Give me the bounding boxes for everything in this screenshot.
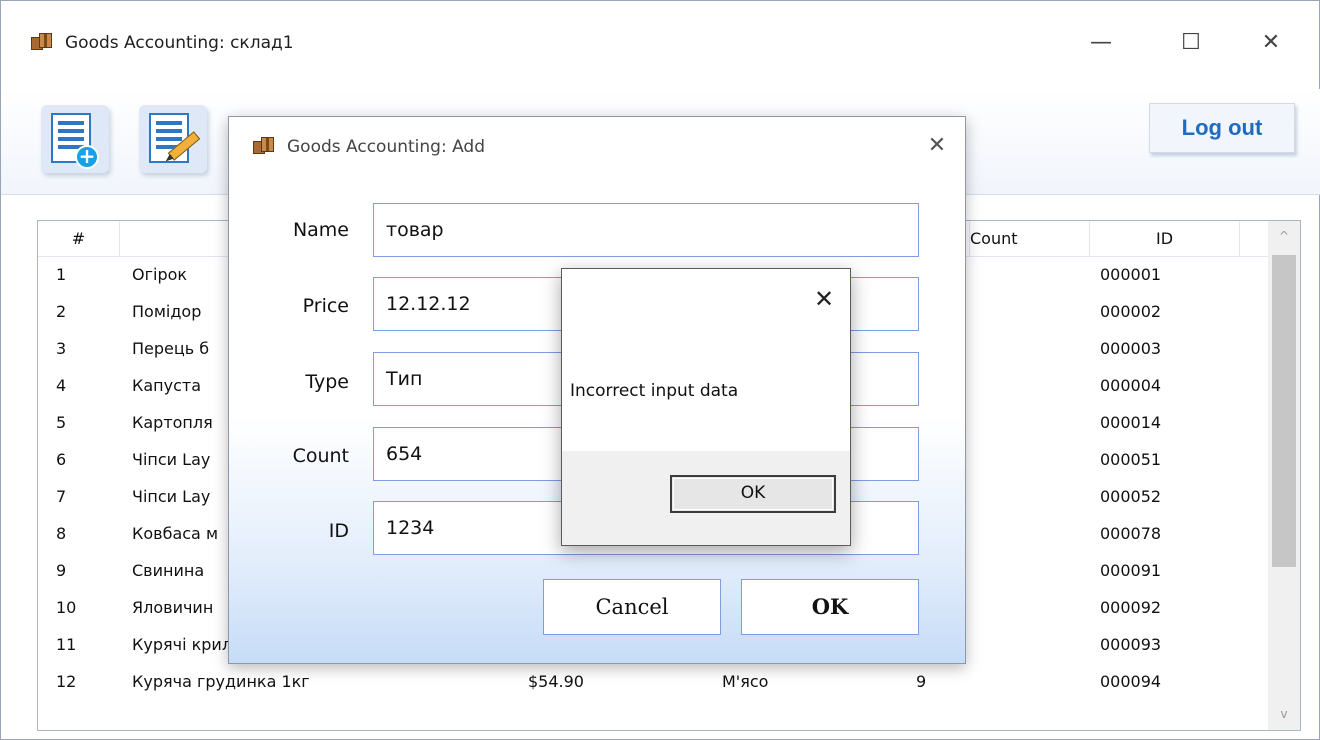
column-header-id[interactable]: ID [1090, 221, 1240, 257]
cell-id: 000093 [1100, 635, 1162, 654]
cell-num: 5 [56, 413, 67, 432]
cell-name: Чіпси Lay [132, 450, 211, 469]
error-message-text: Incorrect input data [570, 381, 739, 401]
cell-price: $54.90 [528, 672, 584, 691]
maximize-button[interactable]: ☐ [1171, 23, 1211, 63]
app-boxes-icon [31, 33, 53, 51]
cell-num: 10 [56, 598, 77, 617]
cell-count: 9 [916, 672, 927, 691]
cell-name: Куряча грудинка 1кг [132, 672, 310, 691]
cell-name: Свинина [132, 561, 205, 580]
cell-id: 000001 [1100, 265, 1162, 284]
plus-icon: + [75, 145, 99, 169]
cell-id: 000091 [1100, 561, 1162, 580]
cell-id: 000002 [1100, 302, 1162, 321]
close-button[interactable]: ✕ [1251, 23, 1291, 63]
message-footer: OK [562, 451, 850, 545]
error-message-box: ✕ Incorrect input data OK [561, 268, 851, 546]
cell-num: 6 [56, 450, 67, 469]
title-bar: Goods Accounting: склад1 — ☐ ✕ [1, 1, 1319, 89]
cell-name: Помідор [132, 302, 202, 321]
dialog-boxes-icon [253, 137, 275, 155]
cell-num: 1 [56, 265, 67, 284]
cell-num: 3 [56, 339, 67, 358]
cell-id: 000004 [1100, 376, 1162, 395]
cell-name: Яловичин [132, 598, 214, 617]
message-ok-button[interactable]: OK [670, 475, 836, 513]
name-label: Name [292, 219, 349, 241]
scroll-up-arrow-icon[interactable]: ^ [1268, 221, 1300, 251]
cell-num: 9 [56, 561, 67, 580]
message-close-icon[interactable]: ✕ [806, 283, 842, 315]
cell-name: Огірок [132, 265, 188, 284]
column-header-count[interactable]: Count [970, 221, 1090, 257]
cell-num: 11 [56, 635, 77, 654]
edit-item-button[interactable] [139, 105, 207, 173]
cell-name: Капуста [132, 376, 202, 395]
table-row[interactable]: 12 Куряча грудинка 1кг $54.90 М'ясо 9 000094 [38, 664, 1270, 701]
cell-num: 12 [56, 672, 77, 691]
cell-num: 4 [56, 376, 67, 395]
cell-id: 000078 [1100, 524, 1162, 543]
dialog-title: Goods Accounting: Add [287, 137, 485, 157]
type-label: Type [305, 371, 349, 393]
cell-id: 000052 [1100, 487, 1162, 506]
scroll-down-arrow-icon[interactable]: v [1268, 699, 1300, 729]
price-label: Price [302, 295, 349, 317]
add-item-button[interactable]: + [41, 105, 109, 173]
cell-id: 000014 [1100, 413, 1162, 432]
minimize-button[interactable]: — [1081, 23, 1121, 63]
count-label: Count [292, 445, 349, 467]
column-header-number[interactable]: # [38, 221, 120, 257]
cell-name: Ковбаса м [132, 524, 219, 543]
scroll-thumb[interactable] [1272, 255, 1296, 567]
cell-num: 2 [56, 302, 67, 321]
cell-name: Перець б [132, 339, 210, 358]
cell-type: М'ясо [722, 672, 769, 691]
dialog-close-icon[interactable]: ✕ [919, 131, 955, 161]
cell-id: 000092 [1100, 598, 1162, 617]
name-input[interactable]: товар [373, 203, 919, 257]
vertical-scrollbar[interactable]: ^ v [1268, 221, 1300, 730]
cell-num: 8 [56, 524, 67, 543]
cancel-button[interactable]: Cancel [543, 579, 721, 635]
cell-id: 000051 [1100, 450, 1162, 469]
cell-name: Чіпси Lay [132, 487, 211, 506]
ok-button[interactable]: OK [741, 579, 919, 635]
id-label: ID [328, 520, 349, 542]
cell-id: 000003 [1100, 339, 1162, 358]
cell-id: 000094 [1100, 672, 1162, 691]
cell-num: 7 [56, 487, 67, 506]
window-title: Goods Accounting: склад1 [65, 33, 294, 53]
cell-name: Картопля [132, 413, 213, 432]
logout-button[interactable]: Log out [1149, 103, 1295, 153]
